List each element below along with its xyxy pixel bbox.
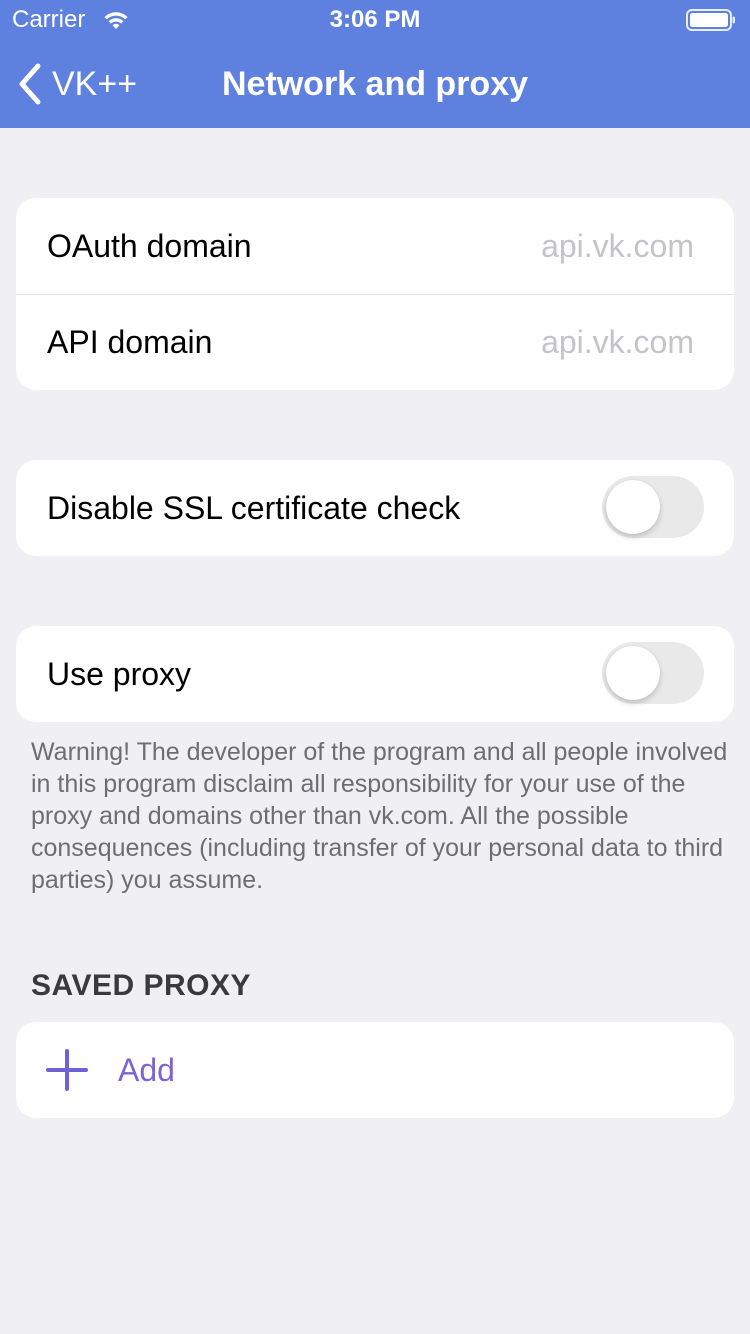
use-proxy-toggle[interactable]	[602, 642, 704, 704]
add-proxy-label: Add	[118, 1051, 175, 1088]
add-proxy-button[interactable]: Add	[16, 1022, 734, 1118]
saved-proxy-header: SAVED PROXY	[31, 969, 251, 1002]
proxy-warning-text: Warning! The developer of the program an…	[31, 738, 728, 894]
ssl-check-label: Disable SSL certificate check	[47, 489, 461, 526]
api-domain-row[interactable]: API domain api.vk.com	[16, 294, 734, 390]
domains-card: OAuth domain api.vk.com API domain api.v…	[16, 198, 734, 390]
status-time: 3:06 PM	[329, 6, 421, 33]
use-proxy-label: Use proxy	[47, 655, 192, 692]
toggle-knob	[606, 480, 660, 534]
navigation-bar: VK++ Network and proxy	[0, 40, 750, 128]
api-domain-value[interactable]: api.vk.com	[541, 324, 694, 361]
oauth-domain-label: OAuth domain	[47, 227, 252, 264]
toggle-knob	[606, 646, 660, 700]
ssl-check-toggle[interactable]	[602, 476, 704, 538]
proxy-card: Use proxy	[16, 626, 734, 722]
plus-icon	[46, 1049, 88, 1091]
ssl-check-row: Disable SSL certificate check	[16, 460, 734, 556]
oauth-domain-row[interactable]: OAuth domain api.vk.com	[16, 198, 734, 294]
api-domain-label: API domain	[47, 324, 213, 360]
ssl-card: Disable SSL certificate check	[16, 460, 734, 556]
top-bar: Carrier 3:06 PM VK++ Network and proxy	[0, 0, 750, 128]
saved-proxy-card: Add	[16, 1022, 734, 1118]
battery-icon	[686, 9, 735, 31]
oauth-domain-value[interactable]: api.vk.com	[541, 228, 694, 265]
page-title: Network and proxy	[221, 65, 529, 103]
use-proxy-row: Use proxy	[16, 626, 734, 722]
status-bar: Carrier 3:06 PM	[0, 0, 750, 40]
